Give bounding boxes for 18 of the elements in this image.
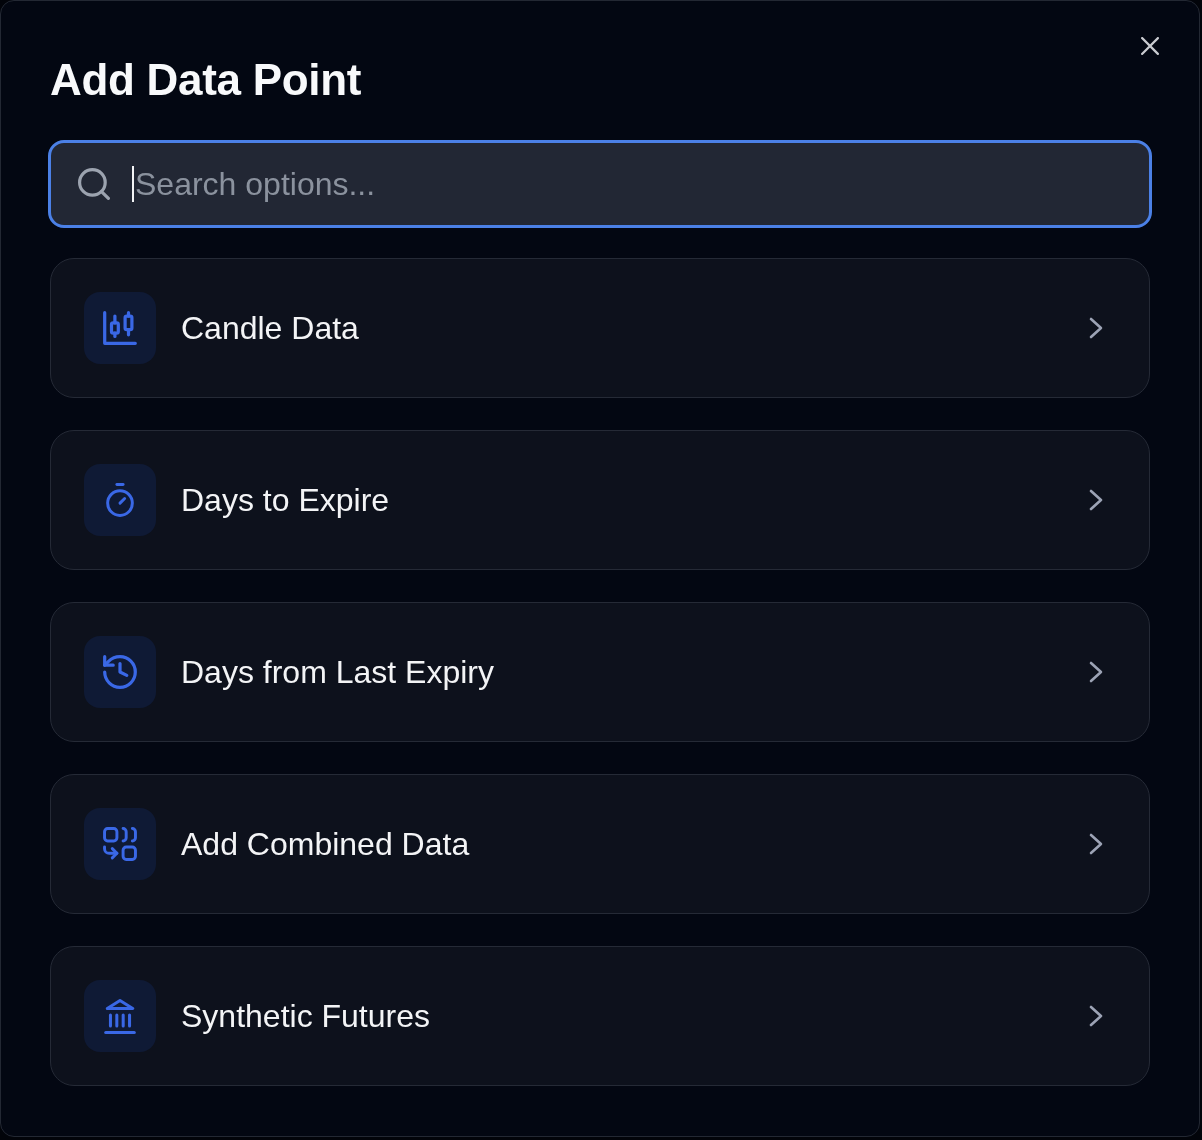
- dialog-title: Add Data Point: [50, 54, 362, 106]
- option-item[interactable]: Add Combined Data: [50, 774, 1150, 914]
- option-item[interactable]: Synthetic Futures: [50, 946, 1150, 1086]
- text-cursor: [132, 166, 134, 202]
- chevron-right-icon: [1089, 833, 1103, 855]
- chevron-right-icon: [1089, 1005, 1103, 1027]
- option-item[interactable]: Candle Data: [50, 258, 1150, 398]
- search-icon: [78, 168, 110, 200]
- close-icon: [1141, 37, 1159, 55]
- stopwatch-icon: [84, 464, 156, 536]
- search-field[interactable]: Search options...: [48, 140, 1152, 228]
- chevron-right-icon: [1089, 661, 1103, 683]
- candlestick-chart-icon: [84, 292, 156, 364]
- bank-building-icon: [84, 980, 156, 1052]
- option-item[interactable]: Days from Last Expiry: [50, 602, 1150, 742]
- option-item[interactable]: Days to Expire: [50, 430, 1150, 570]
- chevron-right-icon: [1089, 317, 1103, 339]
- chevron-right-icon: [1089, 489, 1103, 511]
